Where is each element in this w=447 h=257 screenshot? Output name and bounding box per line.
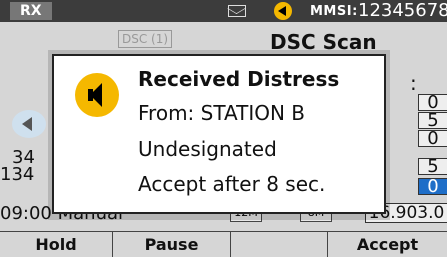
pause-button[interactable]: Pause [113,232,230,257]
softkey-bar: Hold Pause Accept [0,231,447,257]
colon-label: : [410,71,417,95]
speaker-volume-icon [12,110,46,138]
channel-value-2: 134 [0,164,35,185]
dialog-title: Received Distress [138,67,340,91]
dialog-from: From: STATION B [138,101,306,125]
radio-screen: RX MMSI: 123456789 DSC (1) DSC Scan 34 1… [0,0,447,257]
speaker-icon [75,73,119,117]
hold-button[interactable]: Hold [0,232,112,257]
right-value-3: 0 [418,130,447,148]
dialog-category: Undesignated [138,137,277,161]
mail-icon [228,5,246,17]
speaker-icon [274,2,292,20]
mmsi-value: 123456789 [358,0,447,21]
dialog-accept-timer: Accept after 8 sec. [138,172,326,196]
status-bar: RX MMSI: 123456789 [0,0,447,22]
right-value-selected: 0 [418,178,447,196]
right-value-2: 5 [418,112,447,130]
mmsi-label: MMSI: [310,4,358,19]
right-value-1: 0 [418,94,447,112]
dsc-tag: DSC (1) [118,30,172,48]
accept-button[interactable]: Accept [328,232,447,257]
empty-softkey[interactable] [231,232,327,257]
received-distress-dialog: Received Distress From: STATION B Undesi… [52,54,386,214]
rx-indicator: RX [10,2,52,20]
right-value-4: 5 [418,158,447,176]
